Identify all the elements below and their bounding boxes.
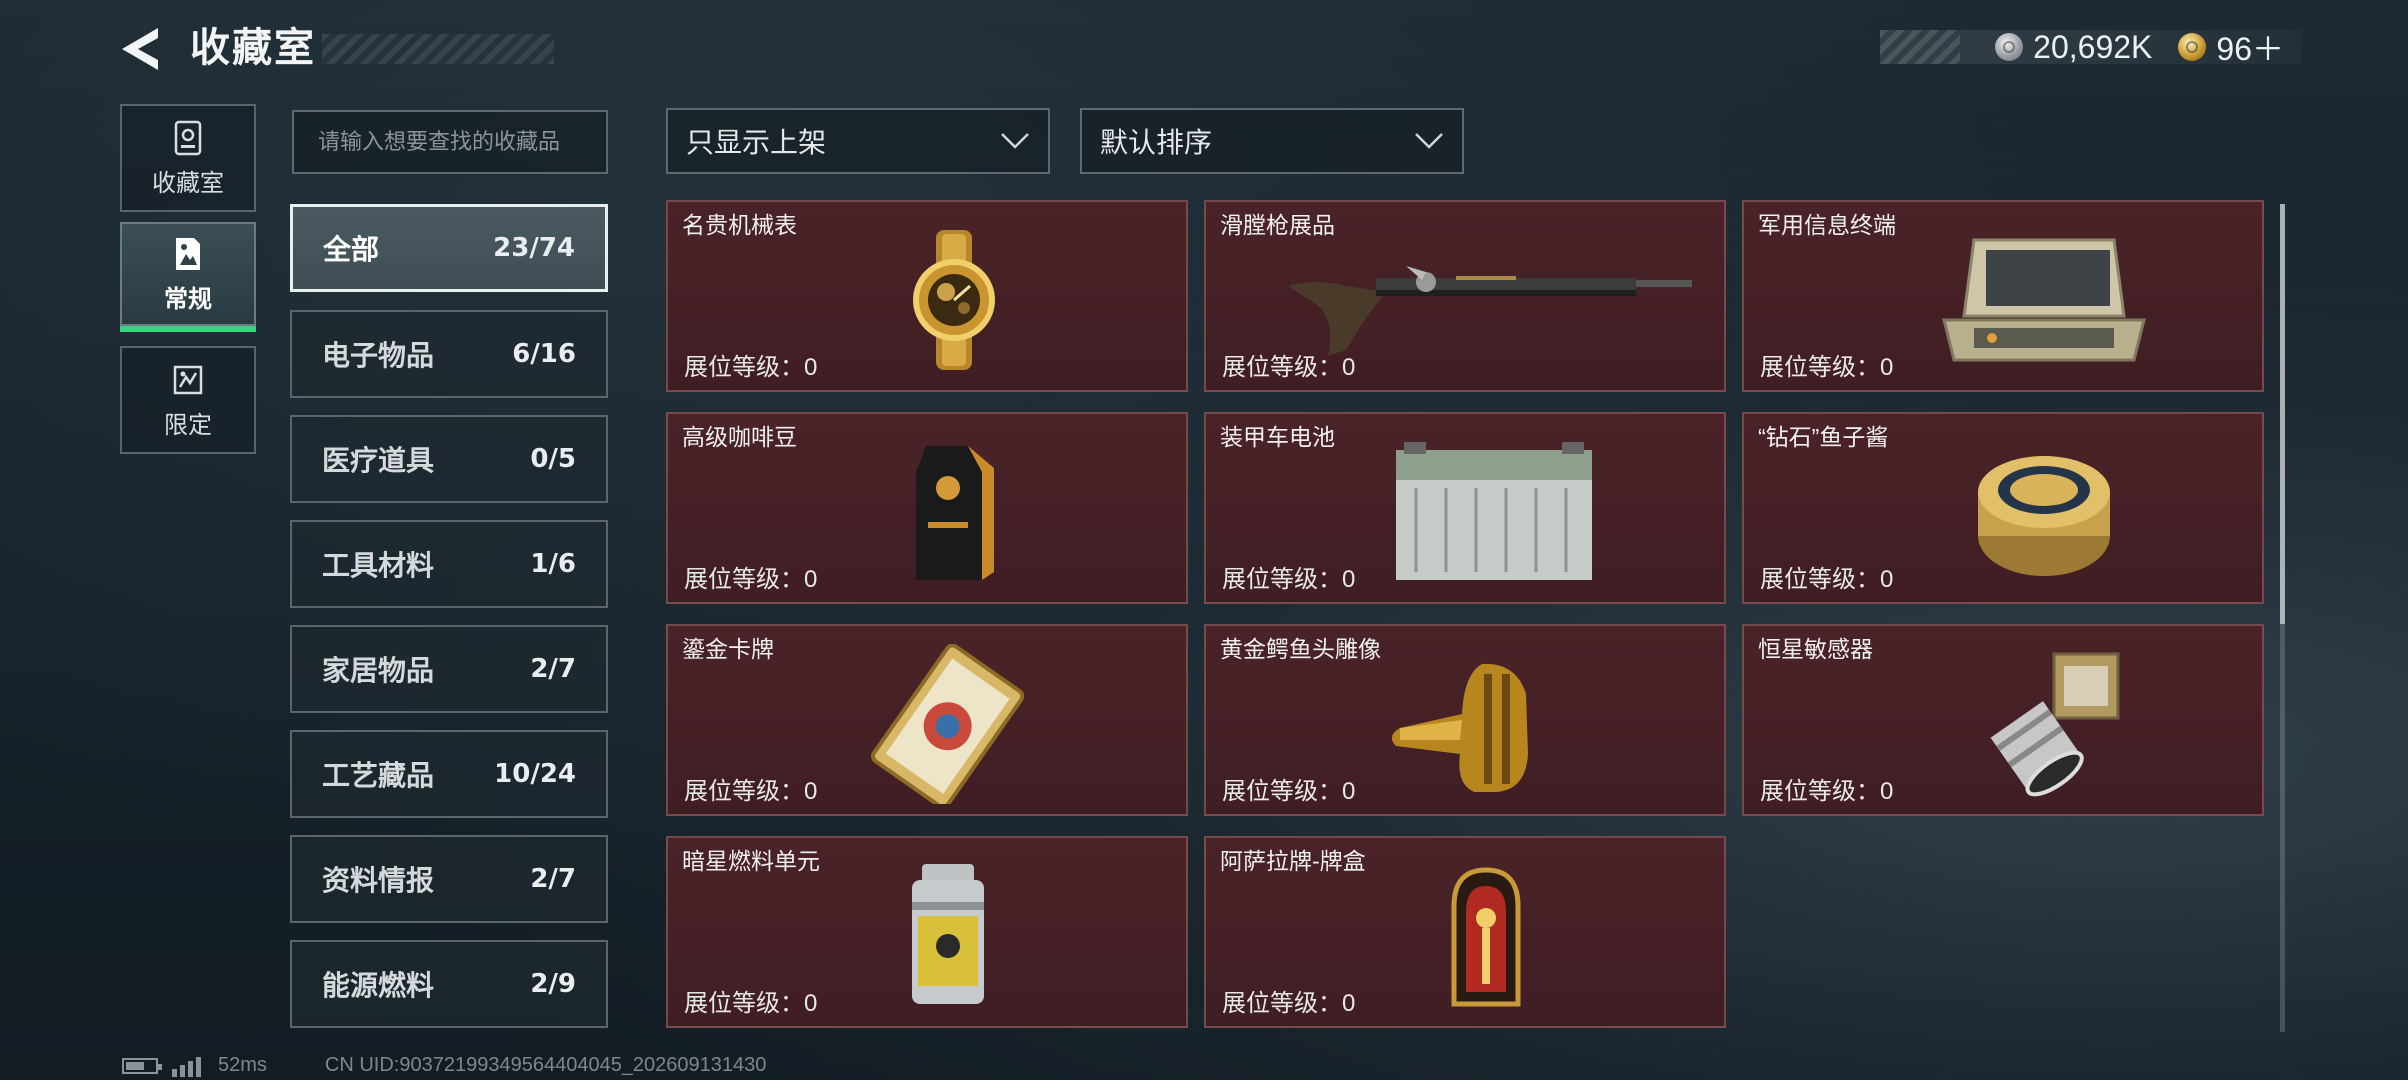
category-count: 0/5 — [530, 444, 576, 474]
category-count: 2/9 — [530, 969, 576, 999]
battery-icon — [122, 1057, 162, 1074]
item-level: 展位等级：0 — [1760, 778, 1894, 805]
item-level: 展位等级：0 — [1222, 354, 1356, 381]
sort-dropdown[interactable]: 默认排序 — [1080, 108, 1464, 174]
item-level: 展位等级：0 — [684, 566, 818, 593]
collection-item[interactable]: 滑膛枪展品 展位等级：0 — [1204, 200, 1726, 392]
coffee-bag-icon — [916, 446, 994, 580]
category-all[interactable]: 全部 23/74 — [290, 204, 608, 292]
gold-balance[interactable]: 96＋ — [2216, 24, 2284, 70]
item-name: 暗星燃料单元 — [682, 848, 820, 874]
item-name: 军用信息终端 — [1758, 212, 1896, 238]
item-level: 展位等级：0 — [1222, 566, 1356, 593]
rugged-terminal-icon — [1942, 238, 2146, 362]
item-level: 展位等级：0 — [684, 778, 818, 805]
item-name: 高级咖啡豆 — [682, 424, 797, 450]
item-level: 展位等级：0 — [1760, 566, 1894, 593]
document-image-icon — [176, 237, 200, 270]
category-energy-fuel[interactable]: 能源燃料 2/9 — [290, 940, 608, 1028]
category-electronics[interactable]: 电子物品 6/16 — [290, 310, 608, 398]
collection-item[interactable]: 名贵机械表 展位等级：0 — [666, 200, 1188, 392]
item-level: 展位等级：0 — [1222, 778, 1356, 805]
item-name: “钻石”鱼子酱 — [1758, 424, 1889, 450]
page-title: 收藏室 — [190, 26, 316, 70]
wristwatch-icon — [913, 230, 995, 370]
item-name: 装甲车电池 — [1220, 424, 1335, 450]
category-name: 电子物品 — [322, 340, 435, 371]
chevron-down-icon — [1415, 133, 1443, 149]
signal-icon — [172, 1055, 204, 1077]
rail-tab-regular[interactable]: 常规 — [120, 222, 256, 326]
title-decoration — [322, 34, 554, 64]
category-count: 1/6 — [530, 549, 576, 579]
item-name: 鎏金卡牌 — [682, 636, 774, 662]
caviar-tin-icon — [1978, 456, 2110, 576]
shelf-filter-value: 只显示上架 — [686, 127, 827, 158]
gold-coin-icon — [2178, 33, 2207, 61]
shelf-filter-dropdown[interactable]: 只显示上架 — [666, 108, 1050, 174]
item-level: 展位等级：0 — [684, 354, 818, 381]
category-intel[interactable]: 资料情报 2/7 — [290, 835, 608, 923]
rail-label: 限定 — [164, 411, 212, 439]
item-name: 阿萨拉牌-牌盒 — [1220, 848, 1366, 874]
category-name: 家居物品 — [322, 655, 435, 686]
item-level: 展位等级：0 — [684, 990, 818, 1017]
category-count: 2/7 — [530, 654, 576, 684]
category-tools-materials[interactable]: 工具材料 1/6 — [290, 520, 608, 608]
star-sensor-icon — [1990, 652, 2120, 797]
collection-item[interactable]: 军用信息终端 展位等级：0 — [1742, 200, 2264, 392]
currency-decoration — [1880, 30, 1960, 64]
collection-item[interactable]: “钻石”鱼子酱 展位等级：0 — [1742, 412, 2264, 604]
uid-text: CN UID:903721993495644040​45_20260913143… — [324, 1054, 767, 1076]
limited-card-icon — [173, 365, 203, 394]
sort-value: 默认排序 — [1100, 127, 1213, 158]
collection-item[interactable]: 装甲车电池 展位等级：0 — [1204, 412, 1726, 604]
rail-label: 收藏室 — [152, 169, 224, 197]
grid-scrollbar-thumb[interactable] — [2280, 204, 2285, 624]
collection-item[interactable]: 黄金鳄鱼头雕像 展位等级：0 — [1204, 624, 1726, 816]
category-medical[interactable]: 医疗道具 0/5 — [290, 415, 608, 503]
back-arrow-icon[interactable] — [118, 26, 162, 72]
collection-item[interactable]: 鎏金卡牌 展位等级：0 — [666, 624, 1188, 816]
rail-tab-collection-room[interactable]: 收藏室 — [120, 104, 256, 212]
category-name: 全部 — [323, 234, 380, 265]
silver-coin-icon — [1995, 33, 2024, 61]
ping-value: 52ms — [218, 1054, 267, 1076]
category-count: 23/74 — [493, 233, 575, 263]
card-box-icon — [1451, 867, 1521, 1007]
search-box[interactable] — [292, 110, 608, 174]
category-name: 工艺藏品 — [322, 760, 435, 791]
category-name: 资料情报 — [322, 865, 435, 896]
item-name: 恒星敏感器 — [1758, 636, 1873, 662]
category-count: 2/7 — [530, 864, 576, 894]
search-input[interactable] — [316, 128, 600, 156]
rail-label: 常规 — [164, 285, 212, 313]
category-count: 10/24 — [494, 759, 576, 789]
fuel-canister-icon — [912, 864, 984, 1004]
collection-grid: 名贵机械表 展位等级：0 滑膛枪展品 展位等级：0 军用信息终端 展位等级：0 … — [666, 200, 2266, 1032]
silver-balance: 20,692K — [2033, 28, 2153, 65]
collection-item[interactable]: 高级咖啡豆 展位等级：0 — [666, 412, 1188, 604]
item-name: 名贵机械表 — [682, 212, 797, 238]
item-level: 展位等级：0 — [1222, 990, 1356, 1017]
currency-bar: 20,692K 96＋ — [1880, 28, 2302, 67]
golden-crocodile-icon — [1391, 663, 1528, 792]
collection-item[interactable]: 暗星燃料单元 展位等级：0 — [666, 836, 1188, 1028]
category-name: 医疗道具 — [322, 445, 435, 476]
category-count: 6/16 — [512, 339, 576, 369]
chevron-down-icon — [1001, 133, 1029, 149]
category-name: 能源燃料 — [322, 970, 435, 1001]
collection-item[interactable]: 阿萨拉牌-牌盒 展位等级：0 — [1204, 836, 1726, 1028]
active-tab-indicator — [120, 326, 256, 332]
trophy-case-icon — [174, 120, 202, 155]
status-footer: 52ms CN UID:903721993495644040​45_202609… — [122, 1054, 766, 1077]
vehicle-battery-icon — [1396, 442, 1592, 580]
rail-tab-limited[interactable]: 限定 — [120, 346, 256, 454]
gilded-card-icon — [871, 644, 1025, 804]
category-name: 工具材料 — [322, 550, 435, 581]
category-household[interactable]: 家居物品 2/7 — [290, 625, 608, 713]
collection-item[interactable]: 恒星敏感器 展位等级：0 — [1742, 624, 2264, 816]
item-level: 展位等级：0 — [1760, 354, 1894, 381]
category-crafts[interactable]: 工艺藏品 10/24 — [290, 730, 608, 818]
